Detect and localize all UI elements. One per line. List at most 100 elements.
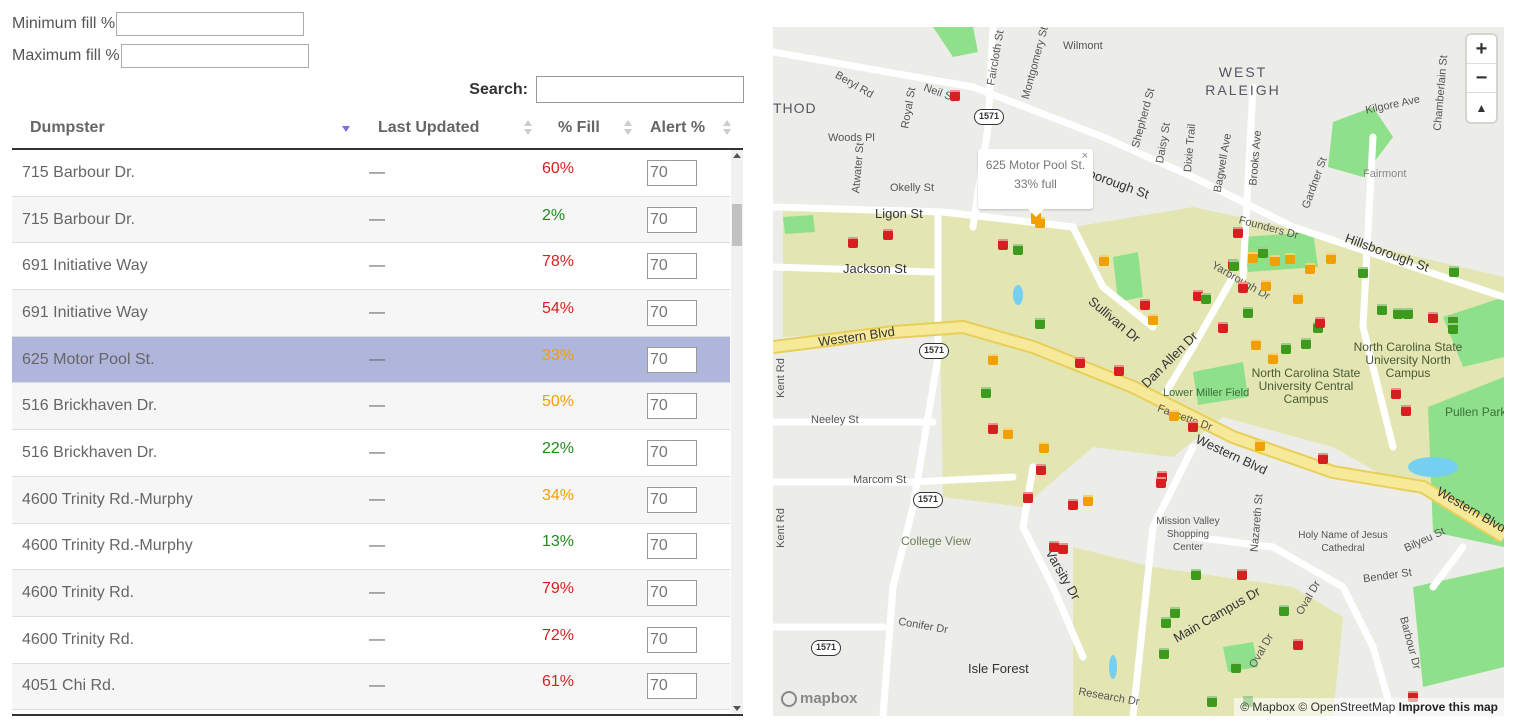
- dumpster-marker-icon[interactable]: [1448, 323, 1458, 334]
- alert-input[interactable]: [647, 393, 697, 420]
- zoom-out-button[interactable]: −: [1467, 64, 1496, 93]
- dumpster-marker-icon[interactable]: [1229, 260, 1239, 271]
- dumpster-marker-icon[interactable]: [1035, 318, 1045, 329]
- alert-input[interactable]: [647, 673, 697, 700]
- dumpster-marker-icon[interactable]: [1393, 308, 1403, 319]
- dumpster-marker-icon[interactable]: [1268, 353, 1278, 364]
- table-row[interactable]: 715 Barbour Dr. — 60%: [12, 150, 730, 197]
- alert-input[interactable]: [647, 486, 697, 513]
- dumpster-marker-icon[interactable]: [1039, 442, 1049, 453]
- table-row[interactable]: 4600 Trinity Rd.-Murphy — 13%: [12, 523, 730, 571]
- attribution-text[interactable]: © Mapbox © OpenStreetMap: [1240, 700, 1395, 714]
- dumpster-marker-icon[interactable]: [1270, 255, 1280, 266]
- alert-input[interactable]: [647, 206, 697, 233]
- dumpster-marker-icon[interactable]: [1156, 477, 1166, 488]
- dumpster-marker-icon[interactable]: [1233, 227, 1243, 238]
- dumpster-marker-icon[interactable]: [1293, 639, 1303, 650]
- table-row[interactable]: 4600 Trinity Rd. — 72%: [12, 616, 730, 664]
- dumpster-marker-icon[interactable]: [1258, 247, 1268, 258]
- dumpster-marker-icon[interactable]: [1243, 307, 1253, 318]
- dumpster-marker-icon[interactable]: [1083, 495, 1093, 506]
- dumpster-marker-icon[interactable]: [1140, 299, 1150, 310]
- dumpster-marker-icon[interactable]: [1285, 253, 1295, 264]
- dumpster-marker-icon[interactable]: [1255, 440, 1265, 451]
- dumpster-marker-icon[interactable]: [988, 423, 998, 434]
- dumpster-marker-icon[interactable]: [1403, 308, 1413, 319]
- dumpster-marker-icon[interactable]: [1049, 541, 1059, 552]
- table-row[interactable]: 4051 Chi Rd. — 61%: [12, 663, 730, 711]
- dumpster-marker-icon[interactable]: [1251, 339, 1261, 350]
- table-row[interactable]: 516 Brickhaven Dr. — 50%: [12, 383, 730, 431]
- alert-input[interactable]: [647, 580, 697, 607]
- dumpster-marker-icon[interactable]: [1293, 293, 1303, 304]
- table-row[interactable]: 715 Barbour Dr. — 2%: [12, 196, 730, 244]
- dumpster-marker-icon[interactable]: [883, 229, 893, 240]
- table-scrollbar[interactable]: [731, 150, 743, 713]
- dumpster-marker-icon[interactable]: [1036, 464, 1046, 475]
- dumpster-marker-icon[interactable]: [1248, 252, 1258, 263]
- dumpster-marker-icon[interactable]: [1201, 293, 1211, 304]
- improve-map-link[interactable]: Improve this map: [1399, 700, 1498, 714]
- dumpster-marker-icon[interactable]: [1218, 322, 1228, 333]
- dumpster-marker-icon[interactable]: [1315, 317, 1325, 328]
- dumpster-marker-icon[interactable]: [1075, 357, 1085, 368]
- dumpster-map[interactable]: Wilmont WEST RALEIGH Fairmont Beryl Rd N…: [773, 27, 1504, 716]
- max-fill-input[interactable]: [120, 44, 309, 68]
- column-header-dumpster[interactable]: Dumpster: [12, 108, 356, 148]
- dumpster-marker-icon[interactable]: [1207, 696, 1217, 707]
- dumpster-marker-icon[interactable]: [1301, 338, 1311, 349]
- alert-input[interactable]: [647, 439, 697, 466]
- dumpster-marker-icon[interactable]: [1170, 607, 1180, 618]
- min-fill-input[interactable]: [116, 12, 305, 36]
- alert-input[interactable]: [647, 346, 697, 373]
- dumpster-marker-icon[interactable]: [1161, 617, 1171, 628]
- column-header-fill[interactable]: % Fill: [538, 108, 638, 148]
- dumpster-marker-icon[interactable]: [1401, 405, 1411, 416]
- search-input[interactable]: [536, 76, 744, 103]
- dumpster-marker-icon[interactable]: [1148, 314, 1158, 325]
- alert-input[interactable]: [647, 533, 697, 560]
- dumpster-marker-icon[interactable]: [1279, 605, 1289, 616]
- dumpster-marker-icon[interactable]: [998, 239, 1008, 250]
- dumpster-marker-icon[interactable]: [1281, 343, 1291, 354]
- dumpster-marker-icon[interactable]: [1326, 253, 1336, 264]
- mapbox-logo[interactable]: mapbox: [781, 690, 858, 707]
- dumpster-marker-icon[interactable]: [1068, 499, 1078, 510]
- alert-input[interactable]: [647, 159, 697, 186]
- dumpster-marker-icon[interactable]: [1391, 388, 1401, 399]
- dumpster-marker-icon[interactable]: [1318, 453, 1328, 464]
- close-icon[interactable]: ×: [1082, 150, 1088, 162]
- alert-input[interactable]: [647, 299, 697, 326]
- dumpster-marker-icon[interactable]: [1188, 421, 1198, 432]
- table-row[interactable]: 691 Initiative Way — 78%: [12, 243, 730, 291]
- dumpster-marker-icon[interactable]: [1238, 282, 1248, 293]
- table-row[interactable]: 625 Motor Pool St. — 33%: [12, 336, 730, 384]
- column-header-last-updated[interactable]: Last Updated: [356, 108, 538, 148]
- dumpster-marker-icon[interactable]: [1377, 304, 1387, 315]
- dumpster-marker-icon[interactable]: [950, 90, 960, 101]
- scroll-down-icon[interactable]: [733, 706, 741, 711]
- column-header-alert[interactable]: Alert %: [638, 108, 737, 148]
- dumpster-marker-icon[interactable]: [1013, 244, 1023, 255]
- table-row[interactable]: 691 Initiative Way — 54%: [12, 290, 730, 337]
- dumpster-marker-icon[interactable]: [1114, 365, 1124, 376]
- dumpster-marker-icon[interactable]: [988, 354, 998, 365]
- dumpster-marker-icon[interactable]: [1023, 492, 1033, 503]
- table-row[interactable]: 4600 Trinity Rd.-Murphy — 34%: [12, 476, 730, 524]
- dumpster-marker-icon[interactable]: [1058, 543, 1068, 554]
- dumpster-marker-icon[interactable]: [1428, 312, 1438, 323]
- dumpster-marker-icon[interactable]: [1159, 648, 1169, 659]
- compass-button[interactable]: ▲: [1467, 93, 1496, 122]
- dumpster-marker-icon[interactable]: [1003, 428, 1013, 439]
- scroll-up-icon[interactable]: [733, 153, 741, 158]
- table-row[interactable]: 516 Brickhaven Dr. — 22%: [12, 430, 730, 477]
- dumpster-marker-icon[interactable]: [1191, 569, 1201, 580]
- zoom-in-button[interactable]: +: [1467, 35, 1496, 64]
- dumpster-marker-icon[interactable]: [1449, 266, 1459, 277]
- alert-input[interactable]: [647, 253, 697, 280]
- dumpster-marker-icon[interactable]: [1305, 263, 1315, 274]
- table-row[interactable]: 4600 Trinity Rd. — 79%: [12, 570, 730, 617]
- dumpster-marker-icon[interactable]: [981, 387, 991, 398]
- dumpster-marker-icon[interactable]: [848, 237, 858, 248]
- dumpster-marker-icon[interactable]: [1237, 569, 1247, 580]
